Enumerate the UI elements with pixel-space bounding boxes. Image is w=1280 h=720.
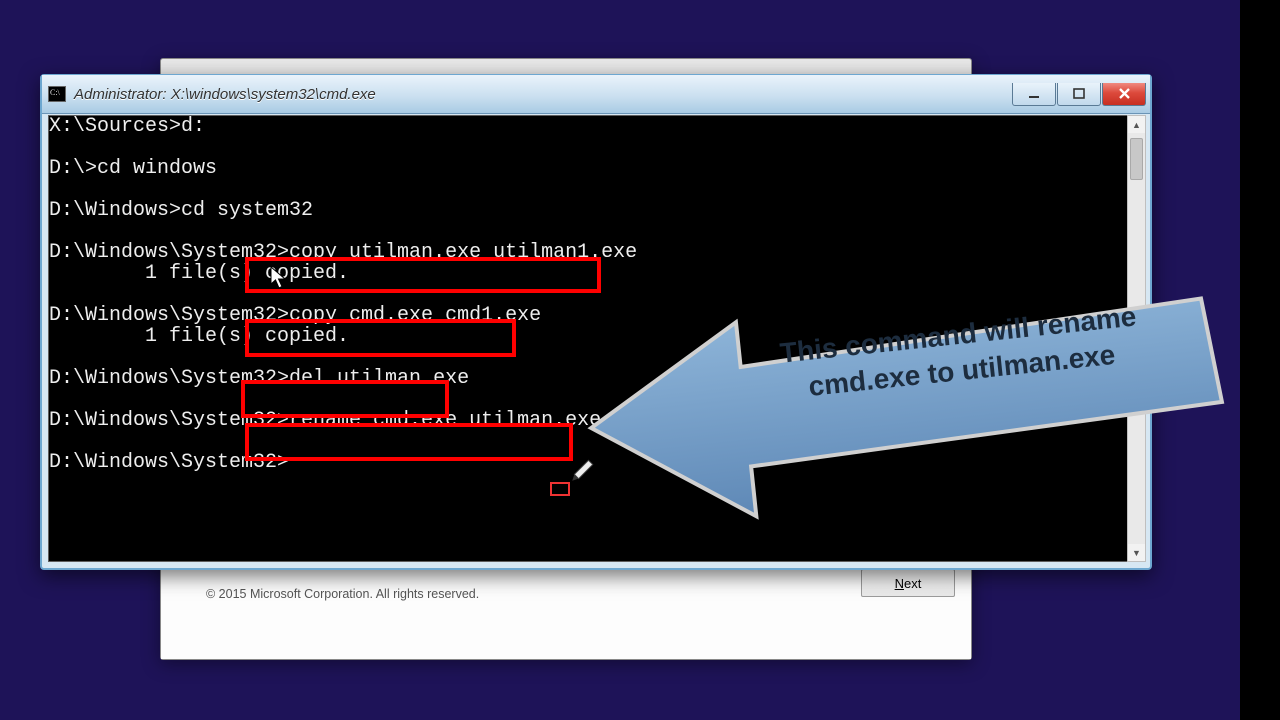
scroll-down-arrow[interactable]: ▼ bbox=[1128, 544, 1145, 561]
highlight-box-4 bbox=[245, 423, 573, 461]
cmd-icon bbox=[48, 86, 66, 102]
terminal-text: X:\Sources>d: D:\>cd windows D:\Windows>… bbox=[49, 116, 1128, 473]
copyright-text: © 2015 Microsoft Corporation. All rights… bbox=[206, 587, 479, 601]
next-button[interactable]: Next bbox=[861, 569, 955, 597]
scroll-thumb[interactable] bbox=[1130, 138, 1143, 180]
highlight-box-2 bbox=[245, 319, 516, 357]
minimize-icon bbox=[1028, 88, 1040, 100]
highlight-box-1 bbox=[245, 257, 601, 293]
close-button[interactable] bbox=[1102, 83, 1146, 106]
scroll-up-arrow[interactable]: ▲ bbox=[1128, 116, 1145, 133]
setup-footer: © 2015 Microsoft Corporation. All rights… bbox=[161, 569, 971, 659]
cmd-title: Administrator: X:\windows\system32\cmd.e… bbox=[74, 86, 1011, 103]
maximize-button[interactable] bbox=[1057, 83, 1101, 106]
window-controls bbox=[1011, 83, 1146, 106]
minimize-button[interactable] bbox=[1012, 83, 1056, 106]
letterbox-bar bbox=[1240, 0, 1280, 720]
terminal-output[interactable]: X:\Sources>d: D:\>cd windows D:\Windows>… bbox=[48, 115, 1129, 562]
close-icon bbox=[1118, 87, 1131, 100]
highlight-box-3 bbox=[241, 380, 449, 418]
maximize-icon bbox=[1073, 88, 1085, 100]
vertical-scrollbar[interactable]: ▲ ▼ bbox=[1127, 115, 1146, 562]
draw-preview-box bbox=[550, 482, 570, 496]
cmd-titlebar[interactable]: Administrator: X:\windows\system32\cmd.e… bbox=[42, 75, 1150, 114]
cmd-window: Administrator: X:\windows\system32\cmd.e… bbox=[40, 74, 1152, 570]
